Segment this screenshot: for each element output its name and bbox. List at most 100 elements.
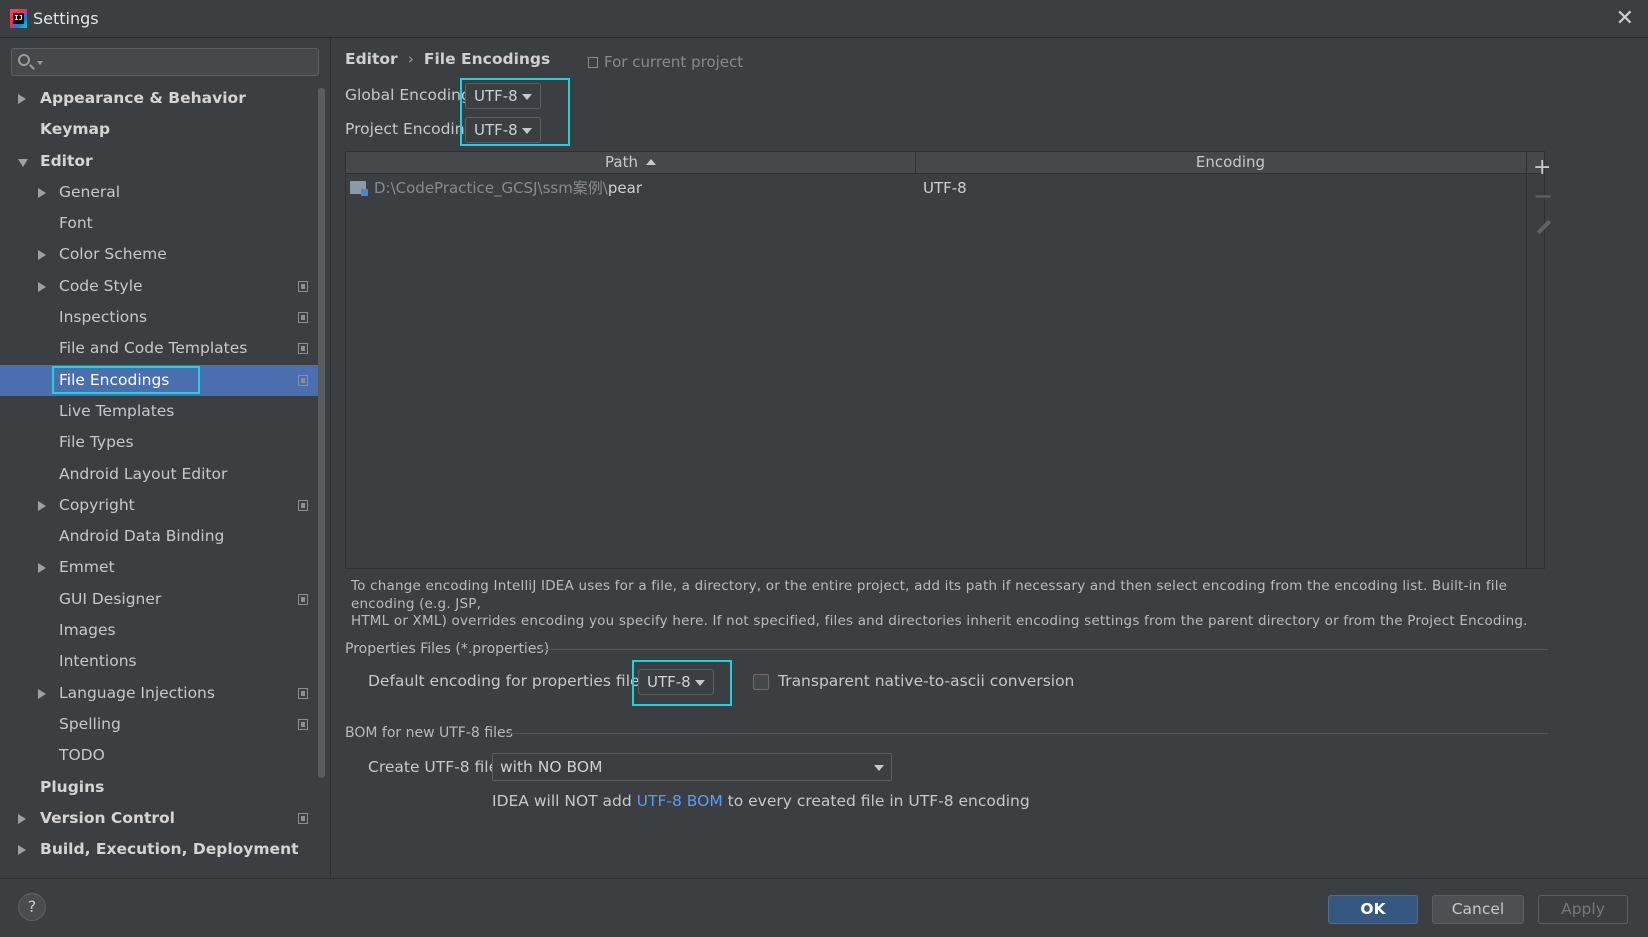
- search-icon: [18, 54, 30, 66]
- search-options-icon[interactable]: [37, 61, 43, 65]
- sidebar-item-gui-designer[interactable]: GUI Designer: [0, 584, 318, 615]
- sidebar-item-inspections[interactable]: Inspections: [0, 302, 318, 333]
- project-scope-icon: [298, 312, 308, 324]
- sidebar-item-label: Font: [59, 214, 93, 233]
- title-bar: IJ Settings ✕: [0, 0, 1648, 38]
- sidebar-item-label: Appearance & Behavior: [40, 89, 246, 107]
- breadcrumb-separator: ›: [407, 50, 414, 68]
- properties-section-title: Properties Files (*.properties): [345, 641, 550, 657]
- bom-select[interactable]: with NO BOM: [492, 753, 892, 781]
- encoding-highlight-box: [460, 78, 570, 146]
- table-toolbar: + −: [1526, 151, 1554, 569]
- sidebar-item-android-layout-editor[interactable]: Android Layout Editor: [0, 459, 318, 490]
- chevron-right-icon[interactable]: [38, 563, 46, 574]
- close-icon[interactable]: ✕: [1616, 6, 1634, 31]
- sidebar-item-keymap[interactable]: Keymap: [0, 114, 318, 145]
- sidebar-item-label: Keymap: [40, 120, 111, 139]
- edit-icon[interactable]: [1533, 217, 1552, 235]
- chevron-right-icon[interactable]: [18, 813, 26, 824]
- sidebar-item-android-data-binding[interactable]: Android Data Binding: [0, 521, 318, 552]
- chevron-down-icon: [874, 765, 884, 771]
- sidebar-item-copyright[interactable]: Copyright: [0, 490, 318, 521]
- sidebar-item-label: Build, Execution, Deployment: [40, 840, 299, 859]
- sidebar-item-label: Code Style: [59, 276, 143, 295]
- sidebar-item-label: Version Control: [40, 808, 175, 827]
- sidebar-item-label: TODO: [59, 746, 105, 765]
- project-scope-icon: [298, 687, 308, 699]
- column-header-encoding[interactable]: Encoding: [917, 152, 1544, 173]
- sidebar-item-plugins[interactable]: Plugins: [0, 772, 318, 803]
- sidebar-item-file-encodings[interactable]: File Encodings: [0, 364, 318, 396]
- chevron-right-icon[interactable]: [38, 250, 46, 261]
- sidebar-item-label: Android Data Binding: [59, 527, 225, 546]
- sidebar-item-file-types[interactable]: File Types: [0, 427, 318, 458]
- apply-button[interactable]: Apply: [1538, 895, 1628, 924]
- sidebar-item-label: Android Layout Editor: [59, 464, 228, 483]
- chevron-right-icon[interactable]: [18, 845, 26, 856]
- sidebar-item-code-style[interactable]: Code Style: [0, 271, 318, 302]
- sidebar-item-label: Live Templates: [59, 401, 175, 420]
- transparent-conversion-checkbox[interactable]: [753, 674, 769, 690]
- sidebar-item-todo[interactable]: TODO: [0, 740, 318, 771]
- settings-tree: Appearance & Behavior Keymap Editor General…: [0, 83, 318, 865]
- chevron-right-icon[interactable]: [38, 688, 46, 699]
- project-scope-icon: [588, 57, 598, 68]
- window-title: Settings: [33, 9, 99, 28]
- chevron-right-icon[interactable]: [18, 94, 26, 104]
- breadcrumb: Editor › File Encodings: [345, 50, 550, 68]
- project-scope-icon: [298, 593, 308, 605]
- sidebar-item-label: Editor: [40, 151, 93, 170]
- remove-icon[interactable]: −: [1533, 184, 1553, 208]
- help-icon[interactable]: ?: [18, 893, 46, 921]
- sidebar-item-intentions[interactable]: Intentions: [0, 646, 318, 677]
- sidebar-item-images[interactable]: Images: [0, 615, 318, 646]
- project-scope-icon: [298, 499, 308, 511]
- sidebar-item-live-templates[interactable]: Live Templates: [0, 396, 318, 427]
- sidebar-item-editor[interactable]: Editor: [0, 146, 318, 177]
- sidebar-item-version-control[interactable]: Version Control: [0, 803, 318, 834]
- encoding-help-text: To change encoding IntelliJ IDEA uses fo…: [351, 578, 1528, 629]
- column-header-path[interactable]: Path: [346, 152, 916, 173]
- sidebar-item-font[interactable]: Font: [0, 208, 318, 239]
- breadcrumb-parent: Editor: [345, 50, 398, 68]
- sidebar-item-spelling[interactable]: Spelling: [0, 709, 318, 740]
- sidebar-item-label: Inspections: [59, 308, 148, 327]
- section-divider: [508, 733, 1548, 734]
- add-icon[interactable]: +: [1533, 157, 1551, 179]
- row-encoding[interactable]: UTF-8: [923, 176, 967, 200]
- sidebar-item-label: Intentions: [59, 652, 137, 671]
- section-divider: [532, 649, 1548, 650]
- sidebar-item-label: Copyright: [59, 495, 135, 514]
- table-row[interactable]: D:\CodePractice_GCSJ\ssm案例\pear UTF-8: [346, 176, 1544, 200]
- utf8-bom-link[interactable]: UTF-8 BOM: [637, 792, 723, 810]
- table-header: Path Encoding: [346, 152, 1544, 174]
- sidebar-item-file-and-code-templates[interactable]: File and Code Templates: [0, 333, 318, 364]
- sidebar-item-color-scheme[interactable]: Color Scheme: [0, 239, 318, 270]
- sidebar-item-appearance-behavior[interactable]: Appearance & Behavior: [0, 83, 318, 114]
- sidebar-item-label: Color Scheme: [59, 245, 167, 264]
- settings-search[interactable]: [11, 48, 319, 76]
- settings-sidebar: Appearance & Behavior Keymap Editor General…: [0, 38, 331, 878]
- project-scope-icon: [298, 280, 308, 292]
- chevron-right-icon[interactable]: [38, 187, 46, 198]
- properties-default-encoding-label: Default encoding for properties files:: [368, 672, 653, 690]
- row-path: D:\CodePractice_GCSJ\ssm案例\pear: [374, 179, 642, 197]
- folder-icon: [350, 181, 368, 196]
- sidebar-item-language-injections[interactable]: Language Injections: [0, 678, 318, 709]
- chevron-right-icon[interactable]: [38, 500, 46, 511]
- transparent-conversion-label[interactable]: Transparent native-to-ascii conversion: [778, 672, 1074, 690]
- sidebar-item-general[interactable]: General: [0, 177, 318, 208]
- chevron-right-icon[interactable]: [38, 281, 46, 292]
- sidebar-item-label: Emmet: [59, 558, 115, 577]
- sidebar-scrollbar[interactable]: [318, 88, 325, 778]
- sidebar-item-emmet[interactable]: Emmet: [0, 552, 318, 583]
- chevron-down-icon[interactable]: [18, 158, 28, 167]
- for-current-project-note: For current project: [588, 53, 743, 71]
- sidebar-item-build-execution-deployment[interactable]: Build, Execution, Deployment: [0, 834, 318, 865]
- sidebar-item-label: File and Code Templates: [59, 339, 248, 358]
- breadcrumb-current: File Encodings: [423, 50, 551, 68]
- search-input[interactable]: [46, 51, 311, 73]
- create-utf8-label: Create UTF-8 files:: [368, 758, 512, 776]
- cancel-button[interactable]: Cancel: [1432, 895, 1524, 924]
- ok-button[interactable]: OK: [1328, 895, 1418, 924]
